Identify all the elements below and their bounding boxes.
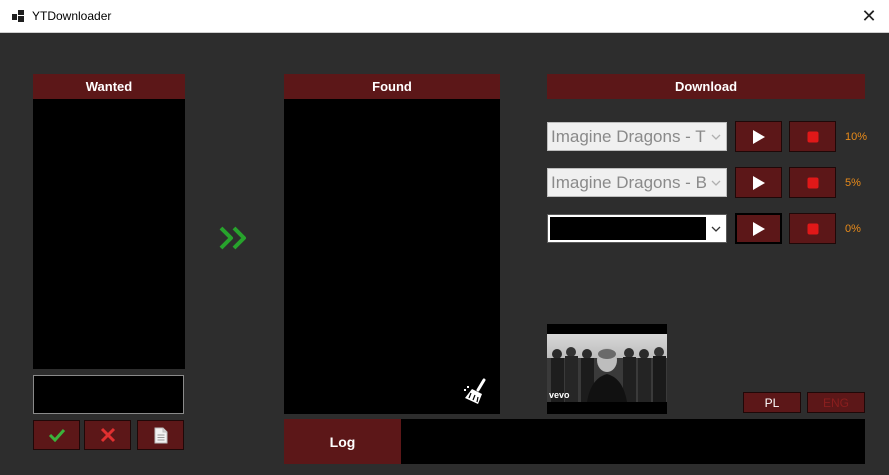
found-header: Found	[284, 74, 500, 99]
chevron-down-icon	[706, 215, 726, 242]
track-select-value: Imagine Dragons - B	[551, 173, 707, 192]
stop-icon	[807, 177, 818, 188]
play-icon	[752, 221, 765, 236]
lang-pl-button[interactable]: PL	[743, 392, 801, 413]
x-icon	[100, 427, 115, 443]
close-button[interactable]: ✕	[849, 0, 889, 32]
video-thumbnail: vevo	[547, 324, 667, 414]
progress-label-1: 10%	[845, 131, 868, 143]
wanted-input[interactable]	[33, 375, 184, 414]
stop-button-2[interactable]	[789, 167, 836, 198]
stop-icon	[807, 223, 818, 234]
play-button-2[interactable]	[735, 167, 782, 198]
track-select-2[interactable]: Imagine Dragons - B	[547, 168, 727, 197]
wanted-list[interactable]	[33, 99, 185, 369]
track-select-3[interactable]	[547, 214, 727, 243]
confirm-button[interactable]	[33, 420, 80, 450]
broom-icon	[464, 378, 486, 404]
stop-button-1[interactable]	[789, 121, 836, 152]
progress-label-3: 0%	[845, 223, 861, 235]
chevron-down-icon	[706, 169, 726, 196]
app-windows-icon	[12, 10, 24, 22]
clear-button[interactable]	[462, 377, 492, 407]
track-select-value	[550, 217, 708, 240]
checkmark-icon	[48, 428, 65, 442]
play-icon	[752, 175, 765, 190]
title-bar: YTDownloader ✕	[0, 0, 889, 33]
document-icon	[154, 427, 167, 443]
stop-icon	[807, 131, 818, 142]
log-output	[401, 419, 865, 464]
found-list[interactable]	[284, 99, 500, 414]
play-icon	[752, 129, 765, 144]
file-button[interactable]	[137, 420, 184, 450]
double-chevron-right-icon	[219, 226, 246, 250]
progress-label-2: 5%	[845, 177, 861, 189]
vevo-watermark: vevo	[549, 390, 570, 400]
stop-button-3[interactable]	[789, 213, 836, 244]
remove-button[interactable]	[84, 420, 131, 450]
lang-eng-button[interactable]: ENG	[807, 392, 865, 413]
track-select-value: Imagine Dragons - T	[551, 127, 706, 146]
wanted-header: Wanted	[33, 74, 185, 99]
play-button-3[interactable]	[735, 213, 782, 244]
play-button-1[interactable]	[735, 121, 782, 152]
chevron-down-icon	[706, 123, 726, 150]
window-title: YTDownloader	[32, 9, 112, 23]
download-header: Download	[547, 74, 865, 99]
transfer-button[interactable]	[218, 225, 252, 251]
track-select-1[interactable]: Imagine Dragons - T	[547, 122, 727, 151]
log-button[interactable]: Log	[284, 419, 401, 464]
